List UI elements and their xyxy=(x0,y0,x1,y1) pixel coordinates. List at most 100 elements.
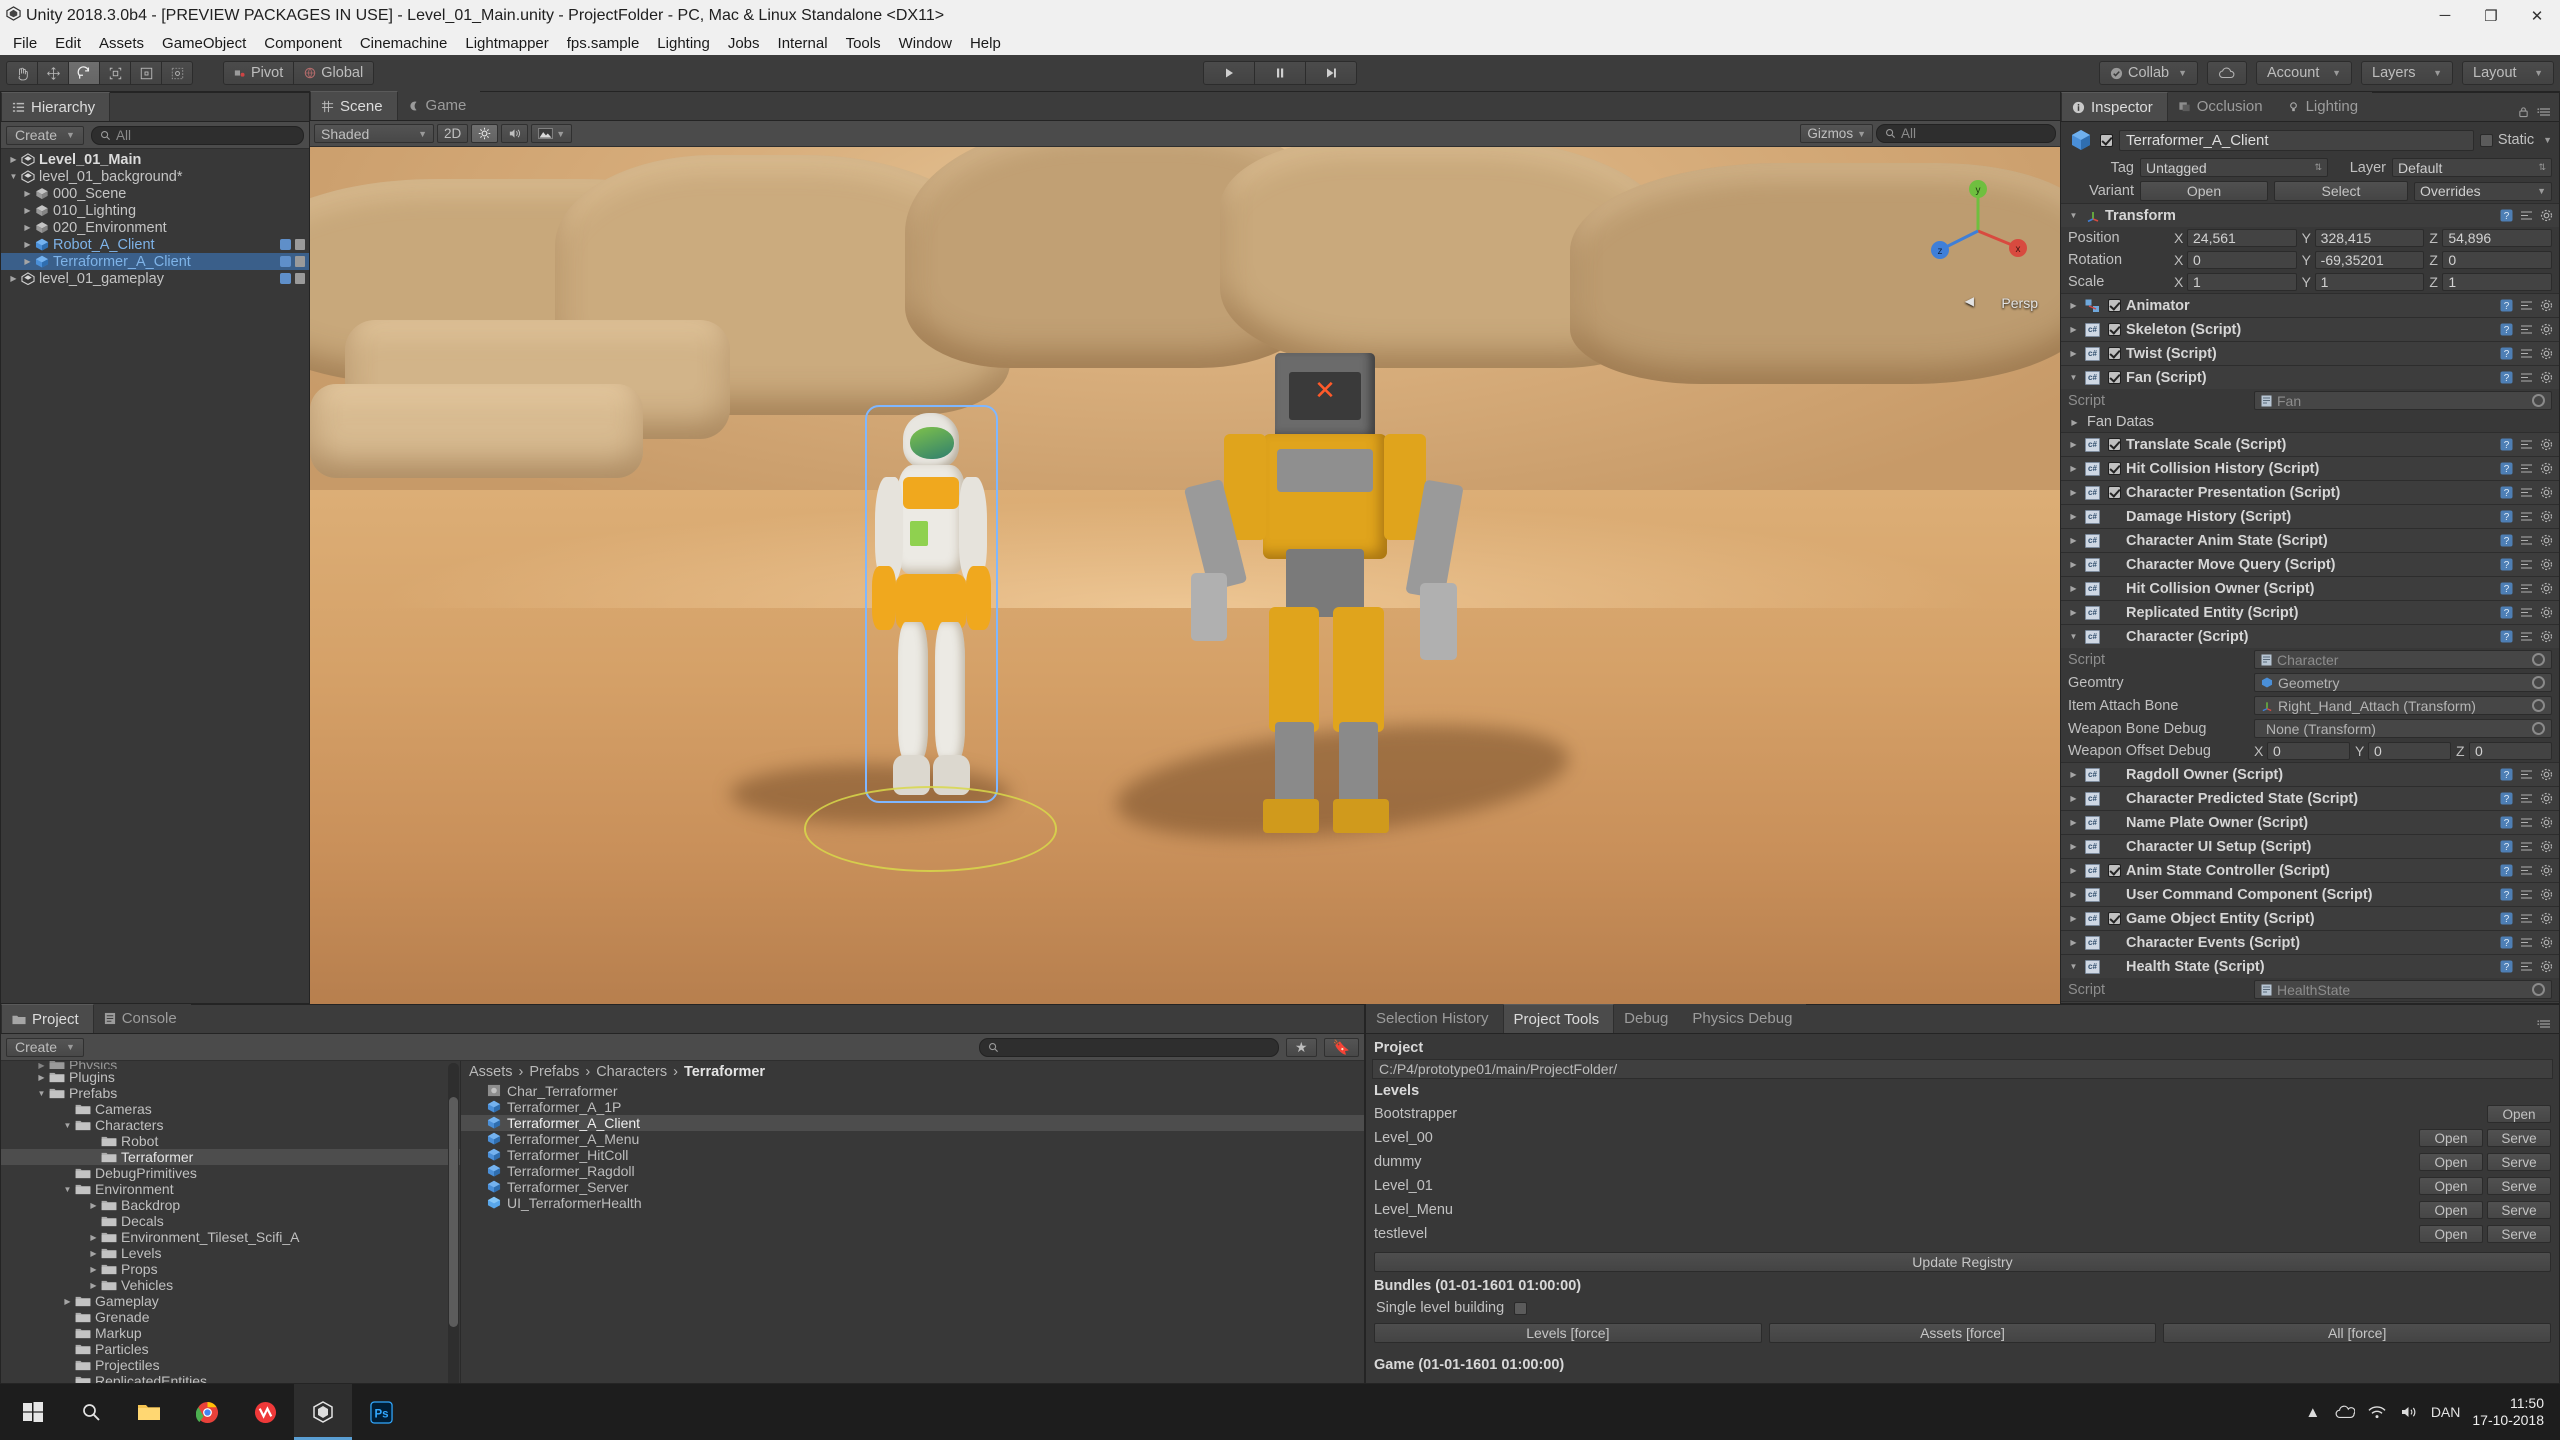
object-picker-icon[interactable] xyxy=(2532,394,2545,407)
component-enabled-checkbox[interactable] xyxy=(2108,486,2121,499)
perspective-label[interactable]: Persp xyxy=(2001,295,2038,311)
component-header[interactable]: ▶ c# Hit Collision History (Script)? xyxy=(2061,457,2559,480)
axis-value-input[interactable]: -69,35201 xyxy=(2314,251,2425,269)
axis-value-input[interactable]: 1 xyxy=(2442,273,2553,291)
component-actions[interactable]: ? xyxy=(2500,486,2553,499)
chevron-down-icon[interactable]: ▼ xyxy=(2543,135,2552,145)
level-open-button[interactable]: Open xyxy=(2419,1201,2483,1219)
component-actions[interactable]: ? xyxy=(2500,768,2553,781)
axis-z-field[interactable]: Z0 xyxy=(2456,742,2552,760)
play-button[interactable] xyxy=(1203,61,1255,85)
tab-scene[interactable]: Scene xyxy=(310,91,398,120)
toggle-2d-button[interactable]: 2D xyxy=(437,124,469,143)
gizmos-dropdown[interactable]: Gizmos ▼ xyxy=(1800,124,1873,143)
update-registry-button[interactable]: Update Registry xyxy=(1374,1252,2551,1272)
chevron-right-icon[interactable]: ▶ xyxy=(87,1249,100,1258)
chevron-down-icon[interactable]: ▼ xyxy=(2067,962,2080,971)
hierarchy-item-badges[interactable] xyxy=(280,239,305,250)
project-folder-backdrop[interactable]: ▶ Backdrop xyxy=(1,1197,460,1213)
persp-toggle-arrow-icon[interactable]: ◀ xyxy=(1965,294,1974,308)
object-picker-icon[interactable] xyxy=(2532,653,2545,666)
prefab-badge-icon[interactable] xyxy=(280,239,291,250)
level-serve-button[interactable]: Serve xyxy=(2487,1153,2551,1171)
step-button[interactable] xyxy=(1305,61,1357,85)
menu-item-cinemachine[interactable]: Cinemachine xyxy=(351,33,457,54)
component-header[interactable]: ▶ c# Character UI Setup (Script)? xyxy=(2061,835,2559,858)
hand-tool-button[interactable] xyxy=(6,61,38,85)
object-field[interactable]: Geometry xyxy=(2254,673,2552,692)
chevron-right-icon[interactable]: ▶ xyxy=(2068,418,2081,427)
project-folder-debugprimitives[interactable]: DebugPrimitives xyxy=(1,1165,460,1181)
project-folder-vehicles[interactable]: ▶ Vehicles xyxy=(1,1277,460,1293)
tab-occlusion[interactable]: Occlusion xyxy=(2167,92,2277,121)
variant-open-button[interactable]: Open xyxy=(2140,181,2268,201)
project-folder-robot[interactable]: Robot xyxy=(1,1133,460,1149)
chevron-right-icon[interactable]: ▶ xyxy=(2067,770,2080,779)
asset-rows[interactable]: Char_Terraformer Terraformer_A_1P Terrafor… xyxy=(461,1083,1364,1211)
component-enabled-checkbox[interactable] xyxy=(2108,864,2121,877)
hierarchy-item-level-01-background-[interactable]: ▼ level_01_background* xyxy=(1,168,309,185)
taskbar-search-button[interactable] xyxy=(62,1384,120,1440)
tag-dropdown[interactable]: Untagged ⇅ xyxy=(2140,158,2328,177)
project-search-input[interactable] xyxy=(979,1037,1279,1057)
project-filter-star-button[interactable]: ★ xyxy=(1286,1037,1317,1057)
menu-item-help[interactable]: Help xyxy=(961,33,1010,54)
hierarchy-create-button[interactable]: Create ▼ xyxy=(6,125,84,145)
project-path-field[interactable]: C:/P4/prototype01/main/ProjectFolder/ xyxy=(1372,1059,2553,1079)
asset-row-terraformer-a-1p[interactable]: Terraformer_A_1P xyxy=(461,1099,1364,1115)
component-enabled-checkbox[interactable] xyxy=(2108,912,2121,925)
menu-item-gameobject[interactable]: GameObject xyxy=(153,33,255,54)
asset-row-terraformer-a-client[interactable]: Terraformer_A_Client xyxy=(461,1115,1364,1131)
component-actions[interactable]: ? xyxy=(2500,936,2553,949)
rect-tool-button[interactable] xyxy=(130,61,162,85)
object-enabled-checkbox[interactable] xyxy=(2100,133,2113,147)
asset-row-terraformer-a-menu[interactable]: Terraformer_A_Menu xyxy=(461,1131,1364,1147)
project-folder-cameras[interactable]: Cameras xyxy=(1,1101,460,1117)
transform-tool-button[interactable] xyxy=(161,61,193,85)
axis-value-input[interactable]: 0 xyxy=(2469,742,2552,760)
scene-audio-toggle[interactable] xyxy=(501,124,529,143)
axis-value-input[interactable]: 0 xyxy=(2187,251,2297,269)
chevron-down-icon[interactable]: ▼ xyxy=(2067,373,2080,382)
chevron-up-icon[interactable]: ▲ xyxy=(2303,1402,2323,1422)
tab-physics-debug[interactable]: Physics Debug xyxy=(1682,1004,1807,1033)
project-filter-label-button[interactable]: 🔖 xyxy=(1323,1037,1359,1057)
object-field[interactable]: Fan xyxy=(2254,391,2552,410)
component-enabled-checkbox[interactable] xyxy=(2108,438,2121,451)
component-header[interactable]: ▶ c# Twist (Script)? xyxy=(2061,342,2559,365)
axis-x-field[interactable]: X0 xyxy=(2254,742,2350,760)
hierarchy-item-000-scene[interactable]: ▶ 000_Scene xyxy=(1,185,309,202)
level-open-button[interactable]: Open xyxy=(2419,1225,2483,1243)
taskbar-vivaldi[interactable] xyxy=(236,1384,294,1440)
chevron-right-icon[interactable]: ▶ xyxy=(21,189,34,198)
chevron-right-icon[interactable]: ▶ xyxy=(2067,301,2080,310)
project-create-button[interactable]: Create ▼ xyxy=(6,1037,84,1057)
chevron-down-icon[interactable]: ▼ xyxy=(61,1121,74,1130)
level-open-button[interactable]: Open xyxy=(2487,1105,2551,1123)
terraformer-character[interactable] xyxy=(844,404,1019,816)
language-indicator[interactable]: DAN xyxy=(2431,1404,2461,1420)
taskbar-unity[interactable] xyxy=(294,1384,352,1440)
object-field[interactable]: Right_Hand_Attach (Transform) xyxy=(2254,696,2552,715)
asset-row-terraformer-ragdoll[interactable]: Terraformer_Ragdoll xyxy=(461,1163,1364,1179)
chevron-right-icon[interactable]: ▶ xyxy=(2067,866,2080,875)
component-actions[interactable]: ? xyxy=(2500,347,2553,360)
chevron-right-icon[interactable]: ▶ xyxy=(2067,584,2080,593)
component-header[interactable]: ▼ c# Character (Script)? xyxy=(2061,625,2559,648)
project-folder-gameplay[interactable]: ▶ Gameplay xyxy=(1,1293,460,1309)
component-header[interactable]: ▶c#Ragdoll State (Script)? xyxy=(2061,1002,2559,1003)
level-serve-button[interactable]: Serve xyxy=(2487,1225,2551,1243)
hierarchy-item-level-01-main[interactable]: ▶ Level_01_Main xyxy=(1,151,309,168)
axis-z-field[interactable]: Z 54,896 xyxy=(2429,229,2553,247)
menu-item-lighting[interactable]: Lighting xyxy=(648,33,719,54)
chevron-down-icon[interactable]: ▼ xyxy=(61,1185,74,1194)
component-header[interactable]: ▶ c# Damage History (Script)? xyxy=(2061,505,2559,528)
chevron-right-icon[interactable]: ▶ xyxy=(2067,325,2080,334)
project-folder-grenade[interactable]: Grenade xyxy=(1,1309,460,1325)
cloud-button[interactable] xyxy=(2207,61,2247,85)
menu-item-edit[interactable]: Edit xyxy=(46,33,90,54)
scrollbar-thumb[interactable] xyxy=(449,1097,458,1327)
component-header[interactable]: ▶ c# Character Predicted State (Script)? xyxy=(2061,787,2559,810)
component-header[interactable]: ▶ c# Ragdoll Owner (Script)? xyxy=(2061,763,2559,786)
axis-y-field[interactable]: Y -69,35201 xyxy=(2302,251,2425,269)
